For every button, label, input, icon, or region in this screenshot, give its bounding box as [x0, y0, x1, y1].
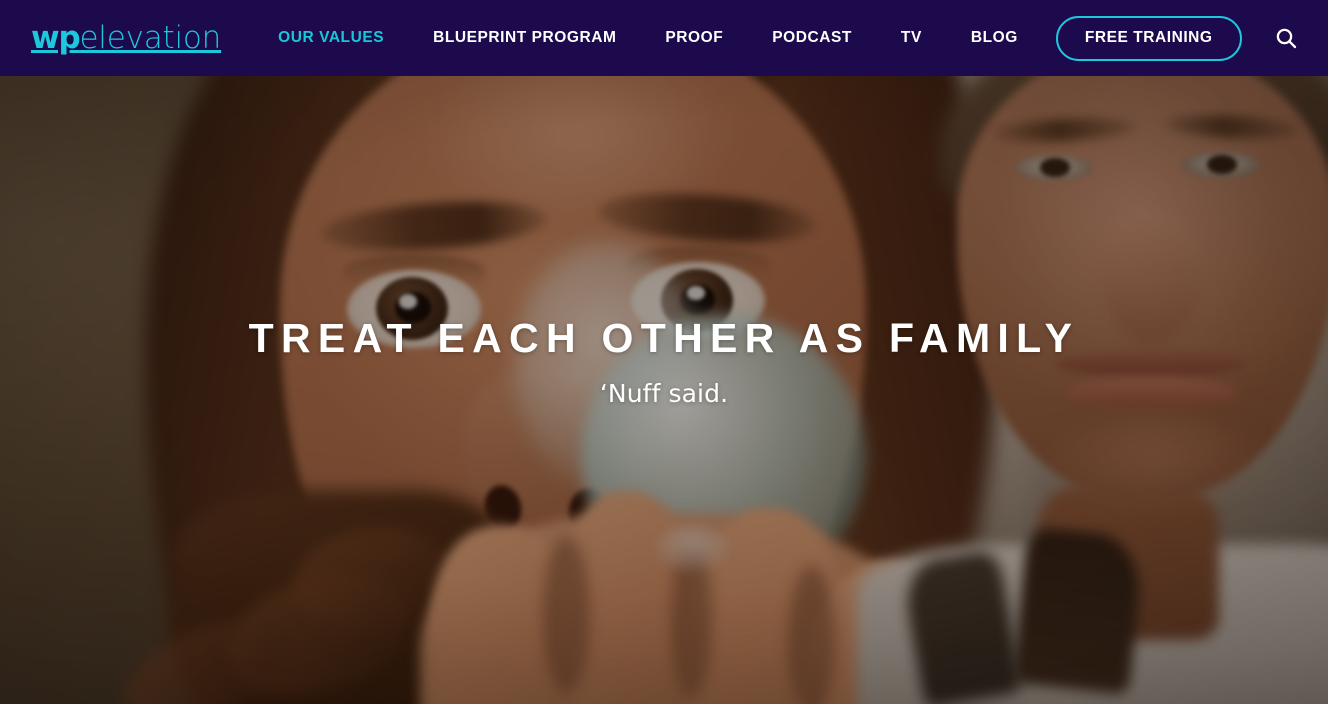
nav-link-tv[interactable]: TV [901, 23, 922, 53]
nav-list: OUR VALUES BLUEPRINT PROGRAM PROOF PODCA… [278, 23, 1018, 53]
nav-item-blueprint-program: BLUEPRINT PROGRAM [433, 23, 616, 53]
nav-item-podcast: PODCAST [772, 23, 852, 53]
hero-background-image [0, 76, 1328, 704]
nav-item-blog: BLOG [971, 23, 1018, 53]
nav-link-blog[interactable]: BLOG [971, 23, 1018, 53]
hero-vignette [0, 76, 1328, 704]
main-navigation: OUR VALUES BLUEPRINT PROGRAM PROOF PODCA… [221, 23, 1018, 53]
nav-link-our-values[interactable]: OUR VALUES [278, 23, 384, 53]
logo-text-bold: wp [31, 19, 81, 56]
search-icon [1275, 27, 1297, 49]
nav-item-proof: PROOF [665, 23, 723, 53]
nav-link-podcast[interactable]: PODCAST [772, 23, 852, 53]
nav-link-proof[interactable]: PROOF [665, 23, 723, 53]
page-root: wpelevation OUR VALUES BLUEPRINT PROGRAM… [0, 0, 1328, 704]
nav-item-our-values: OUR VALUES [278, 23, 384, 53]
hero-section: TREAT EACH OTHER AS FAMILY ‘Nuff said. [0, 76, 1328, 704]
nav-item-tv: TV [901, 23, 922, 53]
logo-text-light: elevation [79, 19, 222, 56]
site-logo[interactable]: wpelevation [31, 19, 222, 56]
free-training-button[interactable]: FREE TRAINING [1055, 15, 1242, 61]
nav-link-blueprint-program[interactable]: BLUEPRINT PROGRAM [433, 23, 616, 53]
site-header: wpelevation OUR VALUES BLUEPRINT PROGRAM… [0, 0, 1328, 76]
search-button[interactable] [1270, 22, 1302, 54]
